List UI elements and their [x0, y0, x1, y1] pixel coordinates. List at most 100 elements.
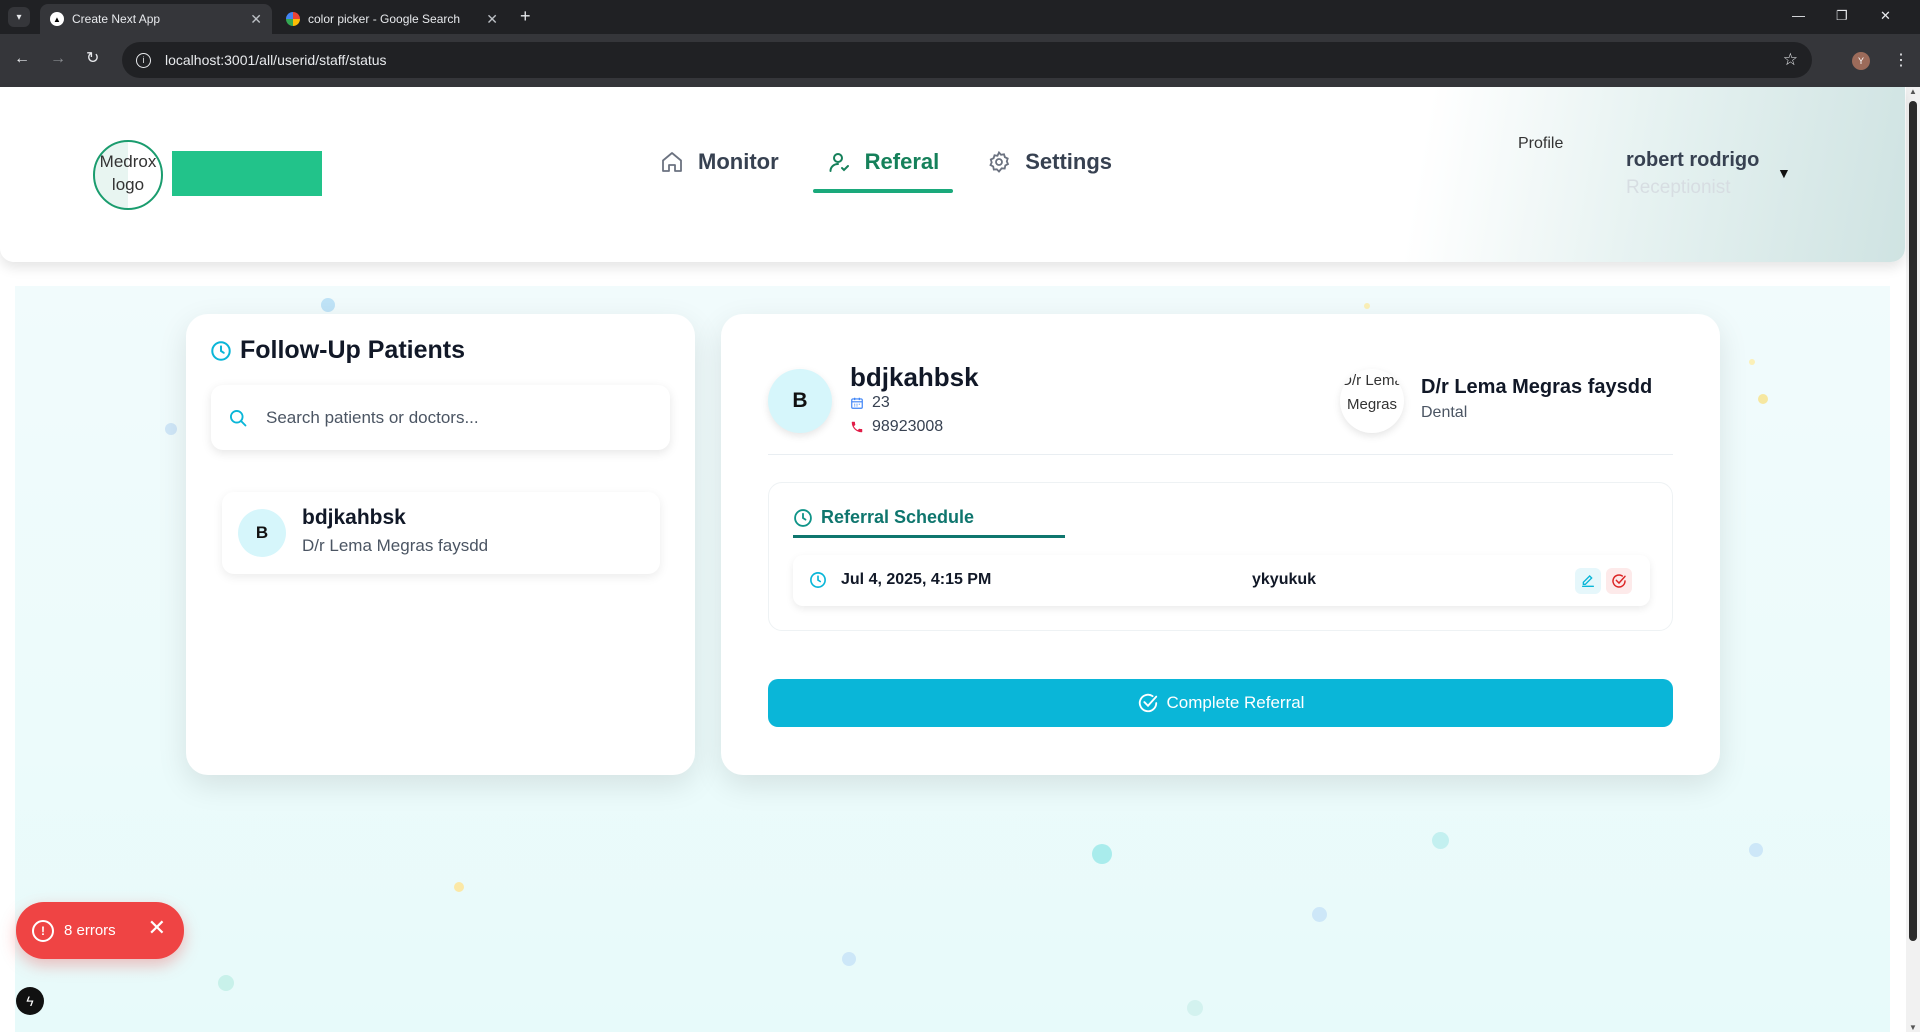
browser-menu-icon[interactable]: ⋮ — [1893, 50, 1909, 70]
logo-wordmark — [172, 151, 322, 196]
schedule-datetime: Jul 4, 2025, 4:15 PM — [841, 571, 992, 588]
divider — [768, 454, 1673, 455]
tab-search-button[interactable]: ▾ — [8, 7, 30, 27]
google-favicon-icon — [286, 12, 300, 26]
check-circle-icon — [1138, 693, 1157, 713]
user-role: Receptionist — [1626, 177, 1731, 198]
check-circle-icon — [1612, 574, 1626, 588]
tab-close-icon[interactable]: ✕ — [250, 11, 262, 28]
decor-dot — [1092, 844, 1112, 864]
doctor-avatar: D/r Lema Megras — [1340, 369, 1404, 433]
browser-tab-bar: ▾ ▲ Create Next App ✕ color picker - Goo… — [0, 0, 1920, 34]
search-input[interactable]: Search patients or doctors... — [211, 385, 670, 450]
nextjs-favicon-icon: ▲ — [50, 12, 64, 26]
patient-avatar: B — [238, 509, 286, 557]
home-icon — [662, 152, 682, 172]
edit-schedule-button[interactable] — [1575, 568, 1601, 594]
tab-close-icon[interactable]: ✕ — [486, 11, 498, 28]
address-bar[interactable]: i localhost:3001/all/userid/staff/status… — [122, 42, 1812, 78]
back-icon[interactable]: ← — [14, 51, 30, 67]
browser-tab-active[interactable]: ▲ Create Next App ✕ — [40, 4, 272, 34]
page-scrollbar[interactable]: ▲ ▼ — [1906, 87, 1920, 1032]
nav-referal[interactable]: Referal — [812, 139, 953, 193]
referral-schedule-title: Referral Schedule — [821, 507, 975, 527]
browser-profile-avatar[interactable]: Y — [1852, 52, 1870, 70]
referral-schedule-tab[interactable]: Referral Schedule — [793, 507, 974, 528]
nav-referal-label: Referal — [864, 149, 940, 174]
profile-image[interactable]: Profile — [1518, 135, 1563, 153]
follow-up-title: Follow-Up Patients — [210, 336, 465, 365]
patient-phone: 98923008 — [850, 418, 943, 436]
decor-dot — [1187, 1000, 1203, 1016]
error-indicator[interactable]: ! 8 errors ✕ — [16, 902, 184, 959]
doctor-specialty: Dental — [1421, 404, 1468, 421]
decor-dot — [321, 298, 335, 312]
clock-icon — [794, 508, 812, 527]
patient-name: bdjkahbsk — [850, 362, 979, 392]
phone-icon — [851, 421, 863, 433]
caret-down-icon[interactable]: ▼ — [1777, 165, 1791, 181]
search-icon — [230, 409, 247, 426]
patient-avatar: B — [768, 369, 832, 433]
schedule-note: ykyukuk — [1252, 571, 1317, 588]
patient-list-item[interactable]: B bdjkahbsk D/r Lema Megras faysdd — [222, 492, 660, 574]
site-info-icon[interactable]: i — [136, 52, 151, 68]
complete-referral-label: Complete Referral — [1166, 693, 1305, 712]
logo-alt-text: Medrox logo — [99, 152, 157, 194]
logo[interactable]: Medrox logo — [93, 140, 163, 210]
referral-detail-card: B bdjkahbsk 23 98923008 D/r Lema Megras … — [721, 314, 1720, 775]
user-name[interactable]: robert rodrigo — [1626, 149, 1759, 172]
search-placeholder: Search patients or doctors... — [266, 407, 479, 427]
nextjs-devtools-icon[interactable]: ϟ — [16, 987, 44, 1015]
nav-settings[interactable]: Settings — [987, 139, 1112, 185]
error-count: 8 errors — [64, 922, 116, 939]
alert-icon: ! — [32, 919, 54, 942]
close-icon[interactable]: ✕ — [148, 917, 166, 939]
new-tab-icon[interactable]: + — [520, 7, 531, 25]
nav-settings-label: Settings — [1025, 149, 1113, 174]
follow-up-card: Follow-Up Patients Search patients or do… — [186, 314, 695, 775]
url-text: localhost:3001/all/userid/staff/status — [165, 52, 387, 68]
decor-dot — [1758, 394, 1768, 404]
scrollbar-thumb[interactable] — [1909, 101, 1917, 941]
tab-title: Create Next App — [72, 12, 161, 26]
complete-referral-button[interactable]: Complete Referral — [768, 679, 1673, 727]
referral-schedule-section: Referral Schedule Jul 4, 2025, 4:15 PM y… — [768, 482, 1673, 631]
follow-up-title-text: Follow-Up Patients — [240, 336, 465, 364]
reload-icon[interactable]: ↻ — [86, 51, 99, 67]
tab-title: color picker - Google Search — [308, 12, 461, 26]
nav-monitor[interactable]: Monitor — [660, 139, 779, 185]
doctor-name: D/r Lema Megras faysdd — [1421, 376, 1653, 398]
user-icon — [829, 153, 849, 172]
calendar-icon — [851, 397, 863, 409]
browser-tab[interactable]: color picker - Google Search ✕ — [276, 4, 508, 34]
decor-dot — [1749, 843, 1763, 857]
decor-dot — [218, 975, 234, 991]
decor-dot — [165, 423, 177, 435]
clock-icon — [211, 340, 231, 361]
doctor-avatar-alt: D/r Lema Megras — [1341, 372, 1403, 413]
patient-name: bdjkahbsk — [302, 506, 406, 529]
clock-icon — [810, 572, 826, 588]
minimize-icon[interactable]: — — [1792, 8, 1805, 23]
forward-icon[interactable]: → — [50, 51, 66, 67]
patient-phone-value: 98923008 — [872, 418, 944, 435]
complete-schedule-button[interactable] — [1606, 568, 1632, 594]
scroll-down-arrow-icon[interactable]: ▼ — [1909, 1023, 1917, 1032]
close-window-icon[interactable]: ✕ — [1880, 8, 1891, 24]
main-nav: Monitor Referal Settings — [660, 139, 1160, 193]
decor-dot — [1312, 907, 1327, 922]
profile-image-alt: Profile — [1518, 135, 1564, 152]
decor-dot — [1749, 359, 1755, 365]
restore-icon[interactable]: ❐ — [1836, 8, 1848, 24]
decor-dot — [454, 882, 464, 892]
patient-age-value: 23 — [872, 394, 890, 411]
nav-monitor-label: Monitor — [698, 149, 779, 174]
decor-dot — [842, 952, 856, 966]
scroll-up-arrow-icon[interactable]: ▲ — [1909, 87, 1917, 96]
browser-toolbar: ← → ↻ i localhost:3001/all/userid/staff/… — [0, 34, 1920, 87]
tab-underline — [793, 535, 1065, 538]
bookmark-star-icon[interactable]: ☆ — [1783, 50, 1798, 70]
gear-icon — [989, 150, 1010, 173]
patient-doctor: D/r Lema Megras faysdd — [302, 536, 489, 555]
